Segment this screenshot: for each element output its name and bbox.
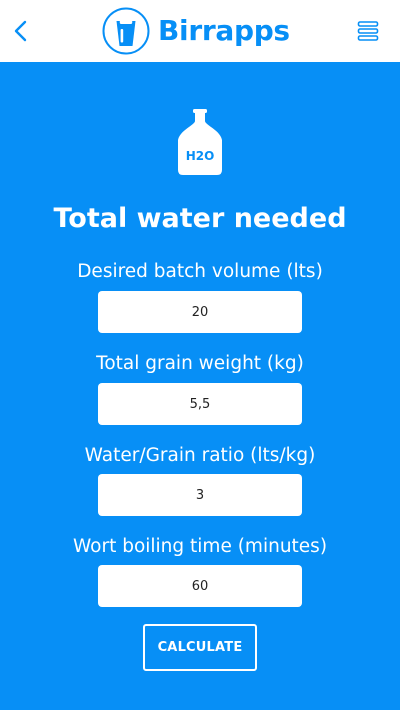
back-button[interactable] xyxy=(10,17,34,45)
hamburger-menu-icon xyxy=(357,21,379,41)
menu-button[interactable] xyxy=(357,20,379,42)
ratio-label: Water/Grain ratio (lts/kg) xyxy=(84,445,316,466)
calculate-button[interactable]: CALCULATE xyxy=(143,624,257,671)
batch-volume-label: Desired batch volume (lts) xyxy=(77,261,323,282)
boil-time-input[interactable] xyxy=(98,565,302,607)
beer-glass-icon xyxy=(102,7,150,55)
brand-name: Birrapps xyxy=(158,14,290,47)
boil-time-label: Wort boiling time (minutes) xyxy=(72,536,328,557)
ratio-input[interactable] xyxy=(98,474,302,516)
grain-weight-input[interactable] xyxy=(98,383,302,425)
water-jug-icon: H2O xyxy=(178,109,222,175)
page-title: Total water needed xyxy=(53,203,347,234)
jug-label: H2O xyxy=(186,149,215,163)
grain-weight-label: Total grain weight (kg) xyxy=(96,353,304,374)
brand-logo[interactable]: Birrapps xyxy=(102,6,290,56)
app-header: Birrapps xyxy=(0,0,400,62)
chevron-left-icon xyxy=(14,20,27,42)
hero-icon-wrap: H2O xyxy=(0,108,400,178)
batch-volume-input[interactable] xyxy=(98,291,302,333)
